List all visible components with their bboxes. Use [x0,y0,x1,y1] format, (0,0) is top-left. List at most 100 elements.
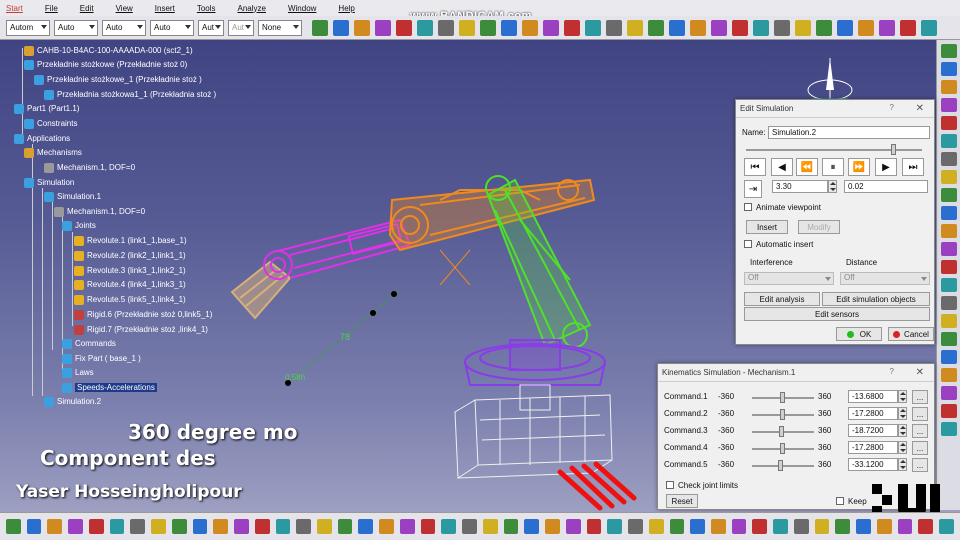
right-tool-icon[interactable] [941,98,957,112]
robot-link-3[interactable] [388,178,596,252]
bottom-tool-icon[interactable] [171,519,187,534]
help-button[interactable]: ? [890,103,894,112]
bottom-tool-icon[interactable] [710,519,726,534]
command-value-input[interactable]: -17.2800 [848,441,898,454]
graphic-property-combo-3[interactable]: Auto [102,19,146,36]
right-tool-icon[interactable] [941,314,957,328]
command-more-button[interactable]: ... [912,441,928,455]
menu-insert[interactable]: Insert [155,4,175,13]
bottom-tool-icon[interactable] [254,519,270,534]
toolbar-tool-icon[interactable] [564,19,580,36]
toolbar-tool-icon[interactable] [627,19,643,36]
command-slider-thumb[interactable] [779,392,785,403]
right-tool-icon[interactable] [941,170,957,184]
robot-link-1[interactable] [464,339,606,386]
right-tool-icon[interactable] [941,296,957,310]
right-tool-icon[interactable] [941,206,957,220]
command-more-button[interactable]: ... [912,407,928,421]
command-more-button[interactable]: ... [912,424,928,438]
right-tool-icon[interactable] [941,152,957,166]
bottom-tool-icon[interactable] [669,519,685,534]
toolbar-tool-icon[interactable] [837,19,853,36]
distance-select[interactable]: Off [840,272,930,285]
simulation-name-input[interactable]: Simulation.2 [768,126,930,139]
command-slider-thumb[interactable] [779,409,785,420]
right-tool-icon[interactable] [941,224,957,238]
modify-button[interactable]: Modify [798,220,840,234]
toolbar-tool-icon[interactable] [858,19,874,36]
right-tool-icon[interactable] [941,386,957,400]
bottom-tool-icon[interactable] [856,519,871,534]
bottom-tool-icon[interactable] [648,519,664,534]
toolbar-tool-icon[interactable] [333,19,349,36]
robot-link-4[interactable] [263,218,412,280]
time-spinner[interactable] [828,180,837,193]
timeline-slider-thumb[interactable] [891,144,896,155]
bottom-tool-icon[interactable] [317,519,332,534]
bottom-tool-icon[interactable] [47,519,63,534]
menu-analyze[interactable]: Analyze [238,4,266,13]
right-tool-icon[interactable] [941,44,957,58]
bottom-tool-icon[interactable] [835,519,851,534]
bottom-tool-icon[interactable] [88,519,104,534]
bottom-tool-icon[interactable] [234,519,249,534]
bottom-tool-icon[interactable] [482,519,498,534]
edit-analysis-button[interactable]: Edit analysis [744,292,820,306]
toolbar-tool-icon[interactable] [816,19,832,36]
right-tool-icon[interactable] [941,404,957,418]
toolbar-tool-icon[interactable] [900,19,916,36]
toolbar-tool-icon[interactable] [522,19,538,36]
toolbar-tool-icon[interactable] [795,19,811,36]
step-forward-icon[interactable]: ▶ [875,158,897,176]
step-back-icon[interactable]: ◀ [771,158,793,176]
command-value-input[interactable]: -33.1200 [848,458,898,471]
keep-checkbox[interactable] [836,497,844,505]
edit-sensors-button[interactable]: Edit sensors [744,307,930,321]
command-slider-thumb[interactable] [779,426,785,437]
toolbar-tool-icon[interactable] [921,19,937,36]
bottom-tool-icon[interactable] [731,519,747,534]
right-tool-icon[interactable] [941,116,957,130]
toolbar-tool-icon[interactable] [606,19,622,36]
play-forward-icon[interactable]: ⏩ [848,158,870,176]
command-value-input[interactable]: -17.2800 [848,407,898,420]
bottom-tool-icon[interactable] [545,519,560,534]
jump-end-icon[interactable]: ⏭ [902,158,924,176]
bottom-tool-icon[interactable] [68,519,83,534]
bottom-tool-icon[interactable] [773,519,788,534]
bottom-tool-icon[interactable] [939,519,954,534]
bottom-tool-icon[interactable] [752,519,768,534]
close-button[interactable]: ✕ [916,103,924,114]
bottom-tool-icon[interactable] [109,519,125,534]
time-input[interactable]: 3.30 [772,180,828,193]
command-value-spinner[interactable] [898,390,907,403]
jump-start-icon[interactable]: ⏮ [744,158,766,176]
command-value-input[interactable]: -18.7200 [848,424,898,437]
toolbar-tool-icon[interactable] [312,19,328,36]
bottom-tool-icon[interactable] [441,519,457,534]
right-tool-icon[interactable] [941,350,957,364]
menu-start[interactable]: Start [6,4,23,13]
command-value-spinner[interactable] [898,424,907,437]
insert-button[interactable]: Insert [746,220,788,234]
graphic-property-combo-2[interactable]: Auto [54,19,98,36]
interference-select[interactable]: Off [744,272,834,285]
toolbar-tool-icon[interactable] [375,19,391,36]
bottom-tool-icon[interactable] [420,519,436,534]
bottom-tool-icon[interactable] [607,519,623,534]
robot-base[interactable] [454,384,613,479]
graphic-property-combo-5[interactable]: Aut [198,19,224,36]
bottom-tool-icon[interactable] [130,519,146,534]
toolbar-tool-icon[interactable] [690,19,706,36]
toolbar-tool-icon[interactable] [648,19,664,36]
bottom-tool-icon[interactable] [814,519,830,534]
bottom-tool-icon[interactable] [296,519,312,534]
toolbar-tool-icon[interactable] [501,19,517,36]
bottom-tool-icon[interactable] [897,519,913,534]
toolbar-tool-icon[interactable] [774,19,790,36]
menu-file[interactable]: File [45,4,58,13]
pause-icon[interactable]: ⏸ [822,158,844,176]
bottom-tool-icon[interactable] [275,519,291,534]
layer-combo[interactable]: None [258,19,302,36]
command-more-button[interactable]: ... [912,390,928,404]
